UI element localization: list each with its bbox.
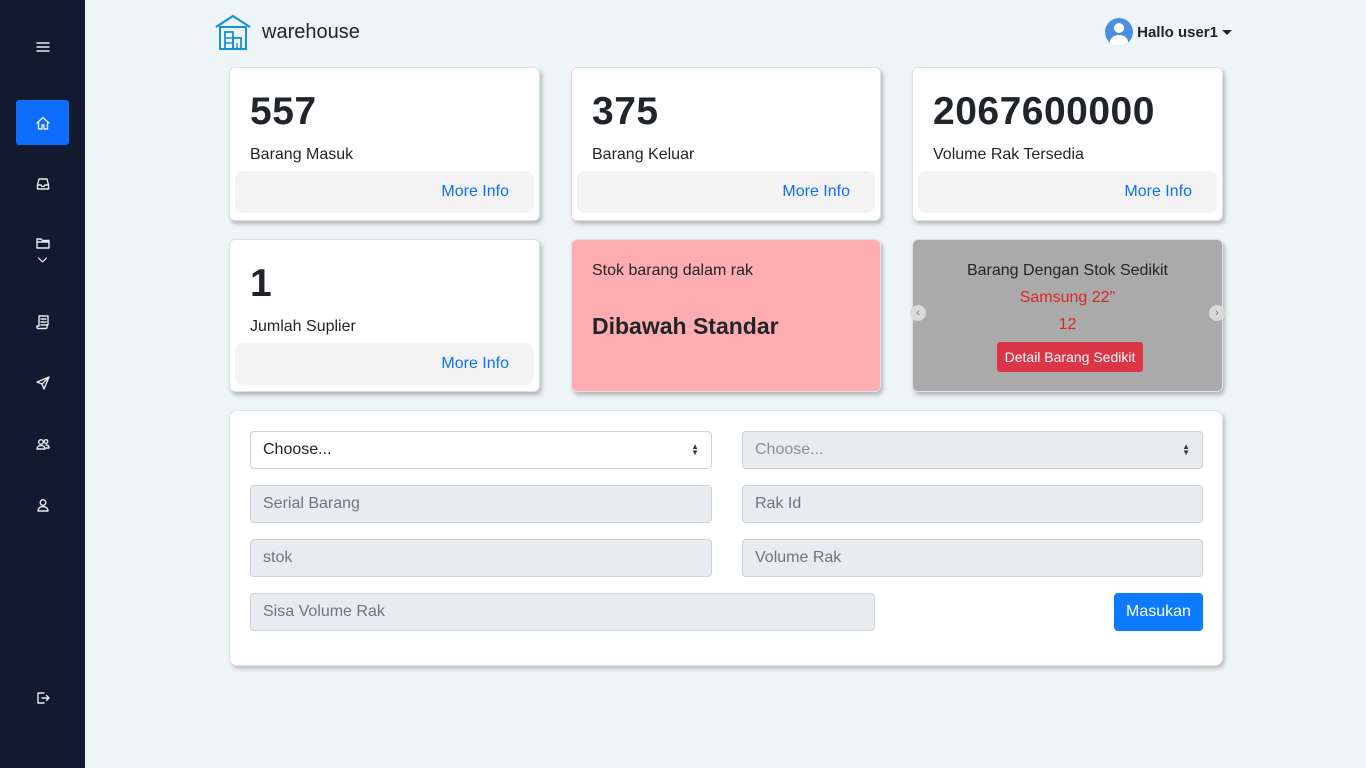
stat-label: Barang Masuk	[250, 146, 354, 163]
stat-value: 2067600000	[933, 90, 1155, 133]
sidebar	[0, 0, 85, 768]
stock-status-card: Stok barang dalam rak Dibawah Standar	[571, 239, 881, 392]
detail-low-stock-button[interactable]: Detail Barang Sedikit	[997, 342, 1143, 372]
low-stock-item-name: Samsung 22"	[1019, 289, 1116, 306]
stat-label: Barang Keluar	[592, 146, 695, 163]
stok-placeholder: stok	[263, 549, 293, 566]
sidebar-item-inbox[interactable]	[16, 161, 69, 206]
stat-card-jumlah-suplier: 1 Jumlah Suplier More Info	[229, 239, 540, 392]
menu-icon	[35, 41, 50, 52]
sidebar-item-users[interactable]	[16, 421, 69, 466]
stat-card-barang-keluar: 375 Barang Keluar More Info	[571, 67, 881, 221]
rak-id-placeholder: Rak Id	[755, 495, 802, 512]
avatar-icon	[1105, 18, 1134, 46]
more-info-link[interactable]: More Info	[1124, 183, 1192, 201]
stat-card-volume-rak: 2067600000 Volume Rak Tersedia More Info	[912, 67, 1223, 221]
logout-icon	[36, 691, 50, 704]
low-stock-carousel: Barang Dengan Stok Sedikit Samsung 22" 1…	[910, 239, 1225, 392]
sisa-volume-rak-field[interactable]: Sisa Volume Rak	[250, 593, 875, 631]
menu-toggle-button[interactable]	[16, 24, 69, 69]
brand[interactable]: warehouse	[214, 13, 360, 51]
carousel-next-icon[interactable]: ›	[1209, 305, 1225, 321]
sidebar-item-logout[interactable]	[16, 675, 69, 720]
sidebar-item-folder[interactable]	[16, 228, 69, 273]
serial-barang-field[interactable]: Serial Barang	[250, 485, 712, 523]
stat-footer: More Info	[918, 171, 1217, 213]
receipt-icon	[35, 314, 49, 329]
stock-status-value: Dibawah Standar	[592, 313, 779, 339]
stock-input-form: Choose... ▲ ▼ Choose... ▲ ▼ Serial Barang …	[229, 410, 1223, 666]
volume-rak-field[interactable]: Volume Rak	[742, 539, 1203, 577]
sidebar-item-send[interactable]	[16, 360, 69, 405]
sidebar-item-receipt[interactable]	[16, 299, 69, 344]
user-icon	[36, 498, 49, 512]
volume-rak-placeholder: Volume Rak	[755, 549, 842, 566]
send-icon	[35, 375, 50, 390]
sidebar-item-home[interactable]	[16, 100, 69, 145]
stock-status-label: Stok barang dalam rak	[592, 262, 753, 279]
user-greeting: Hallo user1	[1137, 23, 1218, 41]
stat-footer: More Info	[235, 343, 534, 385]
stat-value: 557	[250, 90, 317, 133]
stat-label: Jumlah Suplier	[250, 318, 356, 335]
more-info-link[interactable]: More Info	[441, 355, 509, 373]
stat-value: 1	[250, 262, 273, 305]
serial-barang-placeholder: Serial Barang	[263, 495, 360, 512]
more-info-link[interactable]: More Info	[441, 183, 509, 201]
select-arrows-icon: ▲ ▼	[691, 442, 699, 457]
sidebar-item-profile[interactable]	[16, 482, 69, 527]
stat-footer: More Info	[235, 171, 534, 213]
folder-icon	[35, 238, 50, 249]
rak-id-field[interactable]: Rak Id	[742, 485, 1203, 523]
more-info-link[interactable]: More Info	[782, 183, 850, 201]
low-stock-item-count: 12	[1058, 316, 1077, 333]
home-icon	[35, 116, 50, 130]
inbox-icon	[36, 177, 49, 190]
rak-select-value: Choose...	[755, 441, 824, 458]
rak-select[interactable]: Choose... ▲ ▼	[742, 431, 1203, 469]
warehouse-logo-icon	[215, 14, 251, 50]
sisa-volume-rak-placeholder: Sisa Volume Rak	[263, 603, 385, 620]
user-menu[interactable]: Hallo user1	[1105, 18, 1232, 46]
stok-field[interactable]: stok	[250, 539, 712, 577]
select-arrows-icon: ▲ ▼	[1182, 442, 1190, 457]
stat-value: 375	[592, 90, 659, 133]
users-icon	[35, 438, 50, 450]
stat-card-barang-masuk: 557 Barang Masuk More Info	[229, 67, 540, 221]
stat-footer: More Info	[577, 171, 875, 213]
chevron-down-icon	[37, 257, 48, 263]
stat-label: Volume Rak Tersedia	[933, 146, 1084, 163]
barang-select[interactable]: Choose... ▲ ▼	[250, 431, 712, 469]
carousel-prev-icon[interactable]: ‹	[910, 305, 926, 321]
masukan-button[interactable]: Masukan	[1114, 593, 1203, 631]
app-name: warehouse	[262, 20, 360, 43]
low-stock-title: Barang Dengan Stok Sedikit	[966, 262, 1168, 279]
caret-down-icon	[1222, 29, 1232, 35]
barang-select-value: Choose...	[263, 441, 332, 458]
